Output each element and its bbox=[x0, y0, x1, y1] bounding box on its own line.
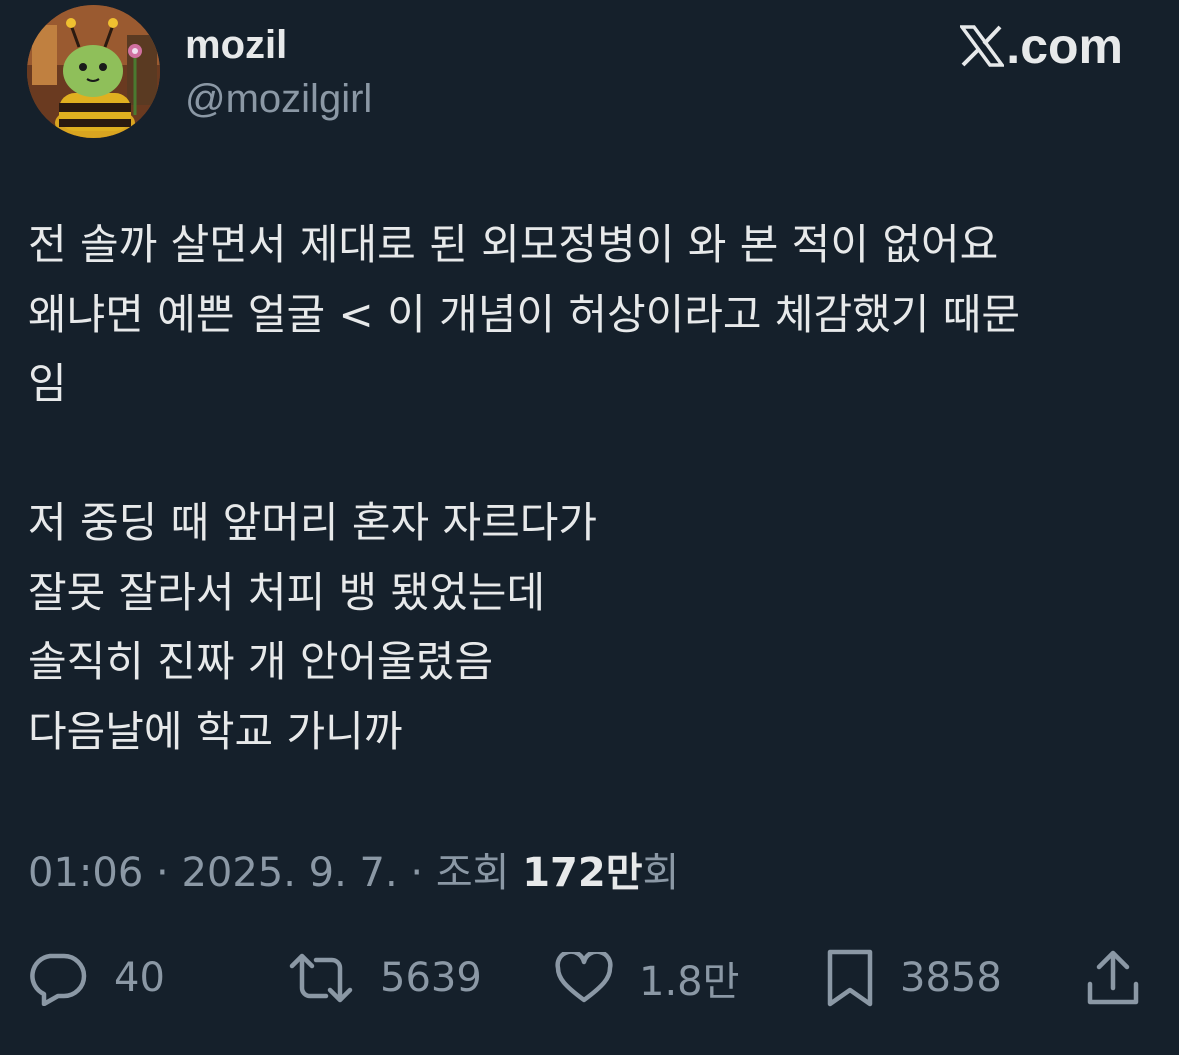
brand-watermark: .com bbox=[960, 18, 1123, 74]
views-label: 조회 bbox=[435, 850, 510, 896]
bookmark-icon bbox=[827, 949, 873, 1006]
retweet-icon bbox=[289, 953, 353, 1002]
tweet-actions: 40 5639 1.8만 3858 bbox=[0, 940, 1179, 1015]
tweet-line: 왜냐면 예쁜 얼굴 < 이 개념이 허상이라고 체감했기 때문 bbox=[28, 289, 1021, 339]
reply-icon bbox=[30, 953, 87, 1006]
x-logo-icon bbox=[960, 25, 1005, 67]
reply-count: 40 bbox=[114, 954, 165, 1001]
bookmark-button[interactable]: 3858 bbox=[826, 940, 1002, 1015]
retweet-count: 5639 bbox=[380, 954, 482, 1001]
tweet-line: 전 솔까 살면서 제대로 된 외모정병이 와 본 적이 없어요 bbox=[28, 220, 999, 269]
share-icon bbox=[1087, 950, 1139, 1004]
like-button[interactable]: 1.8만 bbox=[555, 940, 739, 1015]
tweet-text: 전 솔까 살면서 제대로 된 외모정병이 와 본 적이 없어요 왜냐면 예쁜 얼… bbox=[28, 210, 1138, 766]
tweet-line: 임 bbox=[28, 359, 67, 408]
retweet-button[interactable]: 5639 bbox=[288, 940, 482, 1015]
user-handle[interactable]: @mozilgirl bbox=[185, 74, 372, 124]
tweet-header: mozil @mozilgirl .com bbox=[0, 0, 1179, 170]
tweet-line: 솔직히 진짜 개 안어울렸음 bbox=[28, 637, 494, 686]
tweet-date[interactable]: 2025. 9. 7. bbox=[181, 850, 397, 896]
display-name[interactable]: mozil bbox=[185, 20, 287, 70]
meta-separator: · bbox=[397, 850, 436, 896]
tweet-time[interactable]: 01:06 bbox=[28, 850, 143, 896]
share-button[interactable] bbox=[1086, 940, 1140, 1015]
avatar-image bbox=[27, 5, 160, 138]
heart-icon bbox=[555, 951, 613, 1002]
bookmark-count: 3858 bbox=[900, 954, 1002, 1001]
like-count: 1.8만 bbox=[639, 958, 740, 1005]
brand-text: .com bbox=[1006, 18, 1123, 74]
views-suffix: 회 bbox=[642, 850, 680, 896]
tweet-line: 다음날에 학교 가니까 bbox=[28, 706, 403, 756]
views-count: 172만 bbox=[522, 850, 643, 896]
meta-separator: · bbox=[143, 850, 182, 896]
avatar[interactable] bbox=[27, 5, 160, 138]
tweet-meta: 01:06 · 2025. 9. 7. · 조회 172만회 bbox=[28, 848, 679, 898]
reply-button[interactable]: 40 bbox=[28, 940, 165, 1015]
tweet-line: 잘못 잘라서 처피 뱅 됐었는데 bbox=[28, 567, 546, 617]
tweet-line: 저 중딩 때 앞머리 혼자 자르다가 bbox=[28, 498, 598, 547]
